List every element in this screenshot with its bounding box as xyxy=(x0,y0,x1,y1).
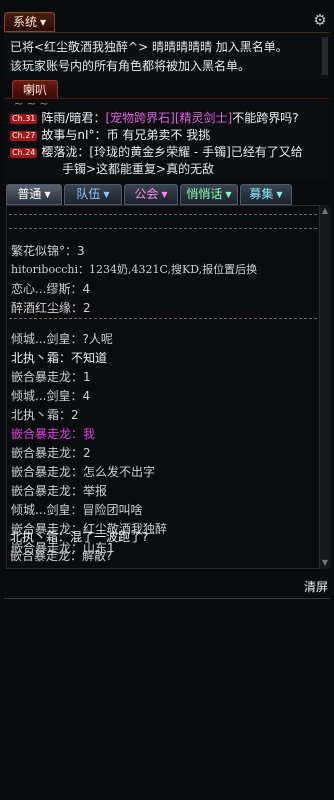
chat-sender[interactable]: 嵌合暴走龙 xyxy=(11,484,71,498)
horn-wrap-line: 手镯>这都能重复>真的无敌 xyxy=(62,162,215,176)
chat-line: 倾城...剑皇：?人呢 xyxy=(11,332,113,346)
tab-recruit-label: 募集 xyxy=(249,187,274,201)
system-messages: 已将<红尘敬酒我独醉^> 晴晴晴晴晴 加入黑名单。 该玩家账号内的所有角色都将被… xyxy=(4,32,330,79)
chat-sender[interactable]: 嵌合暴走龙 xyxy=(11,427,71,441)
chat-scrollbar[interactable]: ▲ ▼ xyxy=(319,205,330,569)
chat-line: 嵌合暴走龙：解散? xyxy=(10,549,113,563)
chat-sender[interactable]: 嵌合暴走龙 xyxy=(10,549,70,563)
chat-sender[interactable]: 嵌合暴走龙 xyxy=(11,465,71,479)
chevron-down-icon: ▼ xyxy=(225,190,232,199)
scroll-down-icon[interactable]: ▼ xyxy=(320,557,330,569)
tab-team[interactable]: 队伍 ▼ xyxy=(64,184,122,205)
chevron-down-icon: ▼ xyxy=(44,190,51,199)
gear-icon[interactable]: ⚙ xyxy=(312,12,328,28)
chat-line: 恋心...缪斯：4 xyxy=(11,282,91,296)
chat-sender[interactable]: 倾城...剑皇 xyxy=(11,332,70,346)
system-line: 已将<红尘敬酒我独醉^> 晴晴晴晴晴 加入黑名单。 xyxy=(10,40,288,54)
chat-line: hitoribocchi：1234奶,4321C,搜KD,报位置后换 xyxy=(11,263,258,276)
horn-sender[interactable]: 阵雨/暗君 xyxy=(41,111,93,125)
chat-line: 嵌合暴走龙：2 xyxy=(11,446,91,460)
chat-line: 嵌合暴走龙：举报 xyxy=(11,484,108,498)
chat-line: 北执丶霜：混了一波跑了? xyxy=(10,530,149,544)
chat-line: 醉酒红尘缘：2 xyxy=(11,301,91,315)
tab-system[interactable]: 系统 ▼ xyxy=(4,12,56,32)
horn-sender[interactable]: 樱落泷 xyxy=(41,145,77,159)
clear-screen-button[interactable]: 清屏 xyxy=(304,578,328,595)
tab-system-label: 系统 xyxy=(13,15,38,29)
channel-badge: Ch.27 xyxy=(10,130,38,141)
scroll-up-icon[interactable]: ▲ xyxy=(320,205,330,217)
horn-row: Ch.31 阵雨/暗君：[宠物跨界石][精灵剑士]不能跨界吗? xyxy=(10,111,299,125)
chat-sender[interactable]: 倾城...剑皇 xyxy=(11,503,70,517)
chat-sender[interactable]: 倾城...剑皇 xyxy=(11,389,70,403)
system-scrollbar[interactable] xyxy=(322,37,328,75)
system-line: 该玩家账号内的所有角色都将被加入黑名单。 xyxy=(10,59,251,73)
chat-line: 嵌合暴走龙：我 xyxy=(11,427,96,441)
horn-messages: ~ ~ ~ Ch.31 阵雨/暗君：[宠物跨界石][精灵剑士]不能跨界吗? Ch.… xyxy=(4,97,330,181)
tab-horn-label: 喇叭 xyxy=(23,83,48,97)
chat-line: 北执丶霜：不知道 xyxy=(11,351,108,365)
chat-sender[interactable]: 嵌合暴走龙 xyxy=(11,370,71,384)
tab-normal[interactable]: 普通 ▼ xyxy=(6,184,62,205)
divider xyxy=(9,214,317,215)
divider xyxy=(9,318,317,319)
chat-line: 倾城...剑皇：4 xyxy=(11,389,91,403)
divider xyxy=(9,228,317,229)
chat-window: 系统 ▼ ⚙ 已将<红尘敬酒我独醉^> 晴晴晴晴晴 加入黑名单。 该玩家账号内的所… xyxy=(0,0,334,800)
horn-row: Ch.27 故事与nI°：币 有兄弟卖不 我挑 xyxy=(10,128,211,142)
item-link[interactable]: [宠物跨界石][精灵剑士] xyxy=(105,111,232,125)
chevron-down-icon: ▼ xyxy=(161,190,168,199)
tab-guild[interactable]: 公会 ▼ xyxy=(124,184,178,205)
channel-badge: Ch.24 xyxy=(10,147,38,158)
tab-guild-label: 公会 xyxy=(134,187,159,201)
chat-line: 北执丶霜：2 xyxy=(11,408,79,422)
panel-bottom-edge xyxy=(4,598,330,599)
horn-row: Ch.24 樱落泷：[玲珑的黄金乡荣耀 - 手镯]已经有了又给 xyxy=(10,145,303,159)
chevron-down-icon: ▼ xyxy=(103,190,110,199)
tab-recruit[interactable]: 募集 ▼ xyxy=(240,184,292,205)
tab-whisper[interactable]: 悄悄话 ▼ xyxy=(180,184,238,205)
horn-sender[interactable]: 故事与nI° xyxy=(41,128,94,142)
chat-line: 倾城...剑皇：冒险团叫啥 xyxy=(11,503,143,517)
chat-line: 嵌合暴走龙：怎么发不出字 xyxy=(11,465,156,479)
chat-line: 繁花似锦°：3 xyxy=(11,244,85,258)
channel-badge: Ch.31 xyxy=(10,113,38,124)
chat-sender[interactable]: 嵌合暴走龙 xyxy=(11,446,71,460)
tab-normal-label: 普通 xyxy=(17,187,42,201)
chevron-down-icon: ▼ xyxy=(276,190,283,199)
chat-sender[interactable]: 北执丶霜 xyxy=(10,530,58,544)
chat-log: 繁花似锦°：3 hitoribocchi：1234奶,4321C,搜KD,报位置… xyxy=(6,205,320,569)
chat-line: 嵌合暴走龙：1 xyxy=(11,370,91,384)
tab-whisper-label: 悄悄话 xyxy=(186,187,223,201)
chat-sender[interactable]: 北执丶霜 xyxy=(11,351,59,365)
tab-team-label: 队伍 xyxy=(76,187,101,201)
chevron-down-icon: ▼ xyxy=(40,17,47,27)
chat-sender[interactable]: 北执丶霜 xyxy=(11,408,59,422)
